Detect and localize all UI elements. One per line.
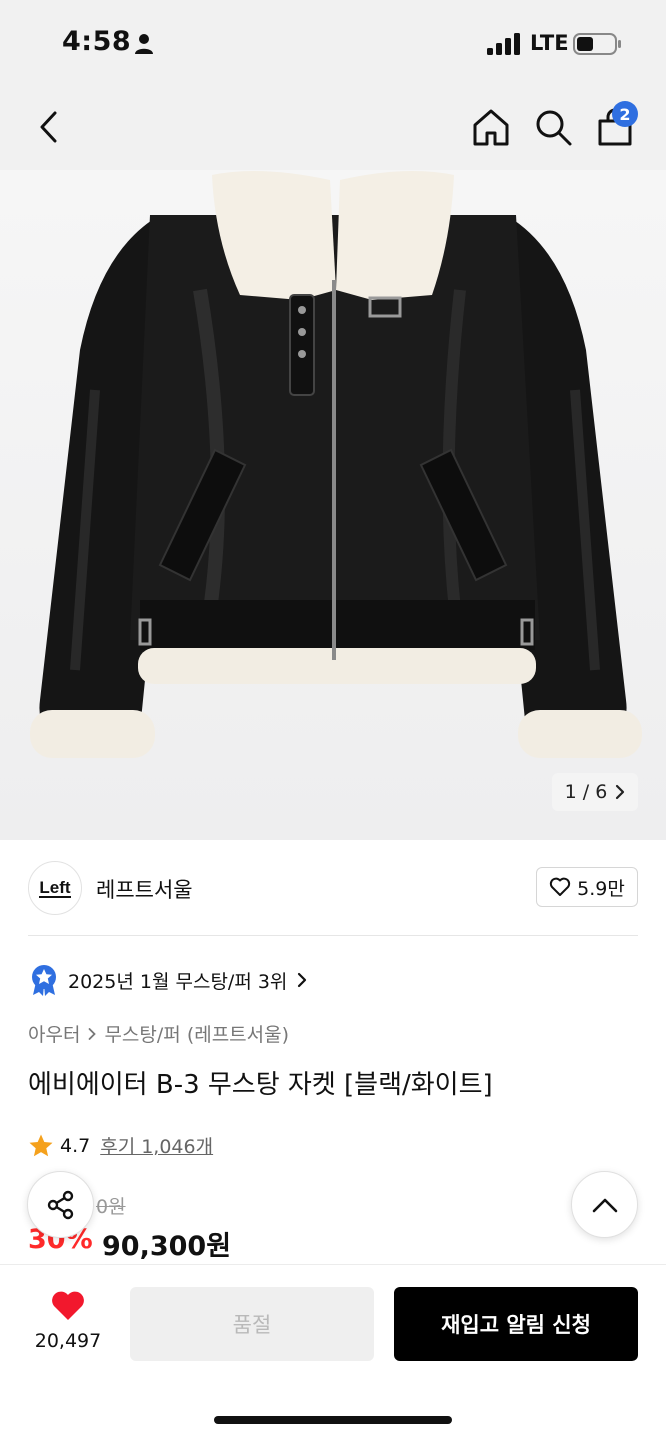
image-counter[interactable]: 1 / 6 (552, 773, 638, 811)
review-count-link[interactable]: 후기 1,046개 (100, 1132, 213, 1159)
home-icon (473, 109, 509, 146)
search-button[interactable] (528, 102, 578, 152)
status-time: 4:58 (62, 26, 132, 57)
signal-icon (487, 33, 520, 55)
product-image[interactable] (0, 170, 666, 840)
back-button[interactable] (24, 102, 74, 152)
chevron-up-icon (592, 1198, 617, 1212)
home-button[interactable] (466, 102, 516, 152)
home-indicator (214, 1416, 452, 1424)
person-icon (135, 34, 153, 54)
breadcrumb: 아우터 무스탕/퍼 (레프트서울) (28, 1020, 289, 1047)
share-button[interactable] (27, 1171, 94, 1238)
brand-like-button[interactable]: 5.9만 (536, 867, 638, 907)
cart-count-badge: 2 (612, 101, 638, 127)
sale-price: 90,300원 (102, 1231, 232, 1262)
nav-bar (0, 90, 666, 170)
wish-count: 20,497 (34, 1330, 102, 1352)
chevron-right-icon (298, 972, 307, 988)
chevron-right-icon (616, 784, 625, 800)
battery-icon (573, 33, 621, 55)
ranking-link[interactable]: 2025년 1월 무스탕/퍼 3위 (30, 962, 307, 998)
jacket-image (30, 171, 642, 758)
rating-row[interactable]: 4.7 후기 1,046개 (28, 1132, 213, 1159)
chevron-left-icon (40, 111, 57, 143)
breadcrumb-category[interactable]: 아우터 (28, 1020, 80, 1047)
restock-alert-button[interactable]: 재입고 알림 신청 (394, 1287, 638, 1361)
brand-logo-text: Left (39, 877, 71, 898)
brand-name[interactable]: 레프트서울 (96, 874, 193, 904)
search-icon (536, 110, 572, 146)
share-icon (47, 1190, 73, 1219)
ranking-text: 2025년 1월 무스탕/퍼 3위 (68, 970, 288, 993)
divider (28, 935, 638, 936)
brand-like-count: 5.9만 (577, 877, 625, 900)
heart-filled-icon[interactable] (50, 1290, 86, 1322)
scroll-to-top-button[interactable] (571, 1171, 638, 1238)
chevron-right-icon (89, 1027, 97, 1040)
original-price: 0원 (96, 1196, 126, 1218)
brand-logo[interactable]: Left (28, 861, 82, 915)
product-title: 에비에이터 B-3 무스탕 자켓 [블랙/화이트] (28, 1070, 493, 1100)
heart-outline-icon (549, 877, 571, 896)
soldout-button[interactable]: 품절 (130, 1287, 374, 1361)
image-counter-text: 1 / 6 (564, 781, 608, 803)
network-label: LTE (530, 31, 569, 55)
rating-score: 4.7 (60, 1134, 91, 1157)
ranking-badge-icon (32, 965, 56, 996)
breadcrumb-subcategory[interactable]: 무스탕/퍼 (레프트서울) (104, 1020, 289, 1047)
star-icon (29, 1134, 53, 1156)
